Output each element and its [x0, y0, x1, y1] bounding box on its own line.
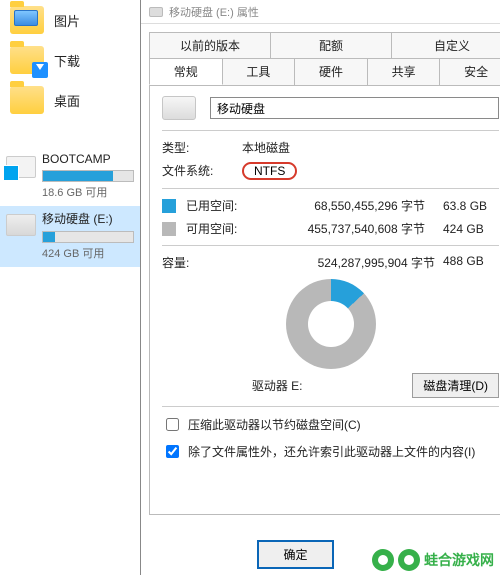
properties-dialog: 移动硬盘 (E:) 属性 以前的版本 配额 自定义 常规 工具 硬件 共享 安全… — [140, 0, 500, 575]
used-label: 已用空间: — [186, 197, 237, 214]
explorer-nav: 图片 下载 桌面 BOOTCAMP 18.6 GB 可用 移动硬盘 (E:) 4… — [0, 0, 140, 575]
drive-icon — [6, 156, 36, 178]
drive-bootcamp[interactable]: BOOTCAMP 18.6 GB 可用 — [0, 148, 140, 206]
drive-icon — [6, 214, 36, 236]
tab-hardware[interactable]: 硬件 — [294, 58, 368, 85]
type-label: 类型: — [162, 139, 222, 156]
compress-option[interactable]: 压缩此驱动器以节约磁盘空间(C) — [162, 415, 499, 434]
drive-title: BOOTCAMP — [42, 152, 134, 166]
tab-general[interactable]: 常规 — [149, 58, 223, 85]
tab-customize[interactable]: 自定义 — [391, 32, 500, 58]
drive-subtext: 424 GB 可用 — [42, 245, 134, 261]
ok-button[interactable]: 确定 — [257, 540, 333, 569]
nav-downloads[interactable]: 下载 — [0, 40, 140, 80]
tabs-row-top: 以前的版本 配额 自定义 — [149, 32, 500, 58]
free-bytes: 455,737,540,608 字节 — [247, 220, 433, 237]
tab-tools[interactable]: 工具 — [222, 58, 296, 85]
dialog-title: 移动硬盘 (E:) 属性 — [169, 4, 259, 20]
drive-caption: 驱动器 E: — [162, 377, 392, 394]
filesystem-value: NTFS — [242, 162, 297, 180]
free-gb: 424 GB — [443, 222, 499, 236]
tab-sharing[interactable]: 共享 — [367, 58, 441, 85]
drive-title: 移动硬盘 (E:) — [42, 210, 134, 227]
nav-label: 桌面 — [54, 91, 80, 110]
tab-quota[interactable]: 配额 — [270, 32, 392, 58]
hdd-icon — [149, 7, 163, 17]
folder-icon — [10, 46, 44, 74]
nav-pictures[interactable]: 图片 — [0, 0, 140, 40]
tab-previous-versions[interactable]: 以前的版本 — [149, 32, 271, 58]
drive-list: BOOTCAMP 18.6 GB 可用 移动硬盘 (E:) 424 GB 可用 — [0, 148, 140, 267]
used-bytes: 68,550,455,296 字节 — [247, 197, 433, 214]
drive-mobile[interactable]: 移动硬盘 (E:) 424 GB 可用 — [0, 206, 140, 267]
tabs-row-bottom: 常规 工具 硬件 共享 安全 — [149, 58, 500, 85]
used-gb: 63.8 GB — [443, 199, 499, 213]
drive-subtext: 18.6 GB 可用 — [42, 184, 134, 200]
nav-desktop[interactable]: 桌面 — [0, 80, 140, 120]
free-label: 可用空间: — [186, 220, 237, 237]
type-value: 本地磁盘 — [242, 139, 290, 156]
dialog-buttons: 确定 x — [149, 540, 500, 569]
tab-security[interactable]: 安全 — [439, 58, 500, 85]
legend-used-icon — [162, 199, 176, 213]
legend-free-icon — [162, 222, 176, 236]
tab-panel-general: 类型: 本地磁盘 文件系统: NTFS 已用空间: 68,550,455,296… — [149, 85, 500, 515]
capacity-gb: 488 GB — [443, 254, 499, 271]
filesystem-label: 文件系统: — [162, 162, 222, 180]
capacity-bar — [42, 231, 134, 243]
folder-icon — [10, 6, 44, 34]
index-checkbox[interactable] — [166, 445, 179, 458]
dialog-titlebar[interactable]: 移动硬盘 (E:) 属性 — [141, 0, 500, 24]
index-option[interactable]: 除了文件属性外，还允许索引此驱动器上文件的内容(I) — [162, 442, 499, 461]
capacity-label: 容量: — [162, 254, 230, 271]
hdd-icon — [162, 96, 196, 120]
index-label: 除了文件属性外，还允许索引此驱动器上文件的内容(I) — [188, 443, 475, 460]
capacity-bar — [42, 170, 134, 182]
compress-checkbox[interactable] — [166, 418, 179, 431]
nav-label: 下载 — [54, 51, 80, 70]
folder-icon — [10, 86, 44, 114]
disk-cleanup-button[interactable]: 磁盘清理(D) — [412, 373, 499, 398]
capacity-bytes: 524,287,995,904 字节 — [230, 254, 443, 271]
nav-label: 图片 — [54, 11, 80, 30]
usage-pie-chart — [286, 279, 376, 369]
volume-name-input[interactable] — [210, 97, 499, 119]
compress-label: 压缩此驱动器以节约磁盘空间(C) — [188, 416, 361, 433]
